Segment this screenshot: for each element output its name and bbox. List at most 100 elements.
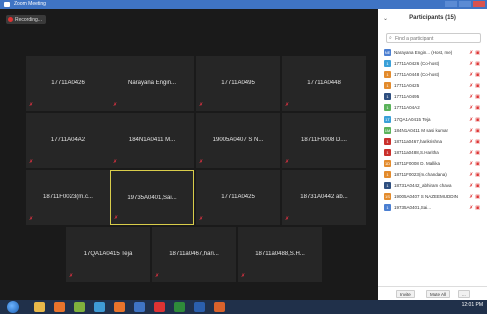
participant-list: NE Narayana Engin... (Host, me) ✗▣ 1 17711A0… xyxy=(378,47,487,213)
muted-video-off-icon[interactable]: ✗▣ xyxy=(469,139,482,145)
tile-name: 17711A04A2 xyxy=(50,137,86,143)
mic-muted-icon: ✗ xyxy=(241,273,246,279)
muted-video-off-icon[interactable]: ✗▣ xyxy=(469,183,482,189)
video-tile[interactable]: 18711F0023(m.c... ✗ xyxy=(26,170,110,225)
muted-video-off-icon[interactable]: ✗▣ xyxy=(469,150,482,156)
participant-name: 18711a0488,S.Haritha xyxy=(394,149,439,155)
tile-name: 19005A0407 S N... xyxy=(212,137,264,143)
vlc-icon[interactable] xyxy=(114,302,125,312)
muted-video-off-icon[interactable]: ✗▣ xyxy=(469,194,482,200)
muted-video-off-icon[interactable]: ✗▣ xyxy=(469,83,482,89)
participant-row[interactable]: 1 19735A0401,Sai... ✗▣ xyxy=(378,202,487,213)
video-tile[interactable]: 17QA1A0415 Teja ✗ xyxy=(66,227,150,282)
muted-video-off-icon[interactable]: ✗▣ xyxy=(469,117,482,123)
participant-row[interactable]: NE Narayana Engin... (Host, me) ✗▣ xyxy=(378,47,487,58)
search-icon: ⌕ xyxy=(389,35,392,41)
participant-row[interactable]: 1 18711F0023(m.chandana) ✗▣ xyxy=(378,169,487,180)
collapse-chevron-icon[interactable]: ⌄ xyxy=(383,15,388,22)
media-icon[interactable] xyxy=(154,302,165,312)
participant-row[interactable]: 1 18711a0488,S.Haritha ✗▣ xyxy=(378,147,487,158)
video-tile[interactable]: 18711F0008 D.... ✗ xyxy=(282,113,366,168)
participant-row[interactable]: 1D 18711F0008 D. Mallika ✗▣ xyxy=(378,158,487,169)
video-tile[interactable]: 19005A0407 S N... ✗ xyxy=(196,113,280,168)
participant-row[interactable]: 1 18731A0442_abhiram chava ✗▣ xyxy=(378,180,487,191)
participant-name: 17711A04A2 xyxy=(394,105,420,111)
avatar: 1D xyxy=(384,159,391,167)
mic-muted-icon: ✗ xyxy=(113,102,118,108)
video-tile[interactable]: Narayana Engin... ✗ xyxy=(110,56,194,111)
start-button[interactable] xyxy=(7,301,19,313)
tile-name: 17711A0495 xyxy=(221,80,255,86)
muted-video-off-icon[interactable]: ✗▣ xyxy=(469,94,482,100)
tile-name: Narayana Engin... xyxy=(127,80,177,86)
muted-video-off-icon[interactable]: ✗▣ xyxy=(469,161,482,167)
active-speaker-tile[interactable]: 19735A0401,Sai... ✗ xyxy=(110,170,194,225)
chrome-icon[interactable] xyxy=(94,302,105,312)
mute-all-button[interactable]: Mute All xyxy=(426,290,451,298)
firefox-icon[interactable] xyxy=(54,302,65,312)
zoom-icon[interactable] xyxy=(134,302,145,312)
participant-name: 17711A0425 xyxy=(394,83,420,89)
zoom-window: Zoom Meeting Recording... 17711A0426 ✗ Na… xyxy=(0,0,487,300)
participant-row[interactable]: 1 17711A0425 ✗▣ xyxy=(378,80,487,91)
video-tile[interactable]: 18711a0467,hari... ✗ xyxy=(152,227,236,282)
participant-row[interactable]: 1 18711a0467,harikrishna ✗▣ xyxy=(378,136,487,147)
more-options-button[interactable]: ... xyxy=(458,290,470,298)
windows-taskbar: 12:01 PM xyxy=(0,300,487,314)
participant-row[interactable]: 1 17711A0448 (Co-host) ✗▣ xyxy=(378,69,487,80)
excel-icon[interactable] xyxy=(174,302,185,312)
muted-video-off-icon[interactable]: ✗▣ xyxy=(469,72,482,78)
participant-name: 184N1A0411 M sasi kumar xyxy=(394,127,448,133)
zoom-logo-icon xyxy=(4,2,10,7)
participant-search[interactable]: ⌕ xyxy=(386,33,481,43)
app-icon[interactable] xyxy=(74,302,85,312)
mic-muted-icon: ✗ xyxy=(69,273,74,279)
mic-muted-icon: ✗ xyxy=(199,216,204,222)
tile-name: 184N1A0411 M... xyxy=(128,137,176,143)
mic-muted-icon: ✗ xyxy=(29,216,34,222)
participant-name: 17711A0426 (Co-host) xyxy=(394,61,440,67)
mic-muted-icon: ✗ xyxy=(155,273,160,279)
video-tile[interactable]: 18731A0442 ab... ✗ xyxy=(282,170,366,225)
avatar: 1 xyxy=(384,104,391,112)
participant-name: 18711F0023(m.chandana) xyxy=(394,172,447,178)
muted-video-off-icon[interactable]: ✗▣ xyxy=(469,205,482,211)
explorer-icon[interactable] xyxy=(34,302,45,312)
participant-name: 19005A0407 S NAZEEMUDDIN xyxy=(394,194,459,200)
video-tile[interactable]: 17711A0425 ✗ xyxy=(196,170,280,225)
participant-name: 18711a0467,harikrishna xyxy=(394,138,442,144)
muted-video-off-icon[interactable]: ✗▣ xyxy=(469,172,482,178)
muted-video-off-icon[interactable]: ✗▣ xyxy=(469,50,482,56)
tile-name: 18731A0442 ab... xyxy=(300,194,348,200)
avatar: 1 xyxy=(384,171,391,179)
recording-indicator[interactable]: Recording... xyxy=(6,15,46,24)
maximize-button[interactable] xyxy=(459,1,471,7)
participant-row[interactable]: 1T 17QA1A0415 Teja ✗▣ xyxy=(378,114,487,125)
video-tile[interactable]: 17711A0495 ✗ xyxy=(196,56,280,111)
muted-video-off-icon[interactable]: ✗▣ xyxy=(469,61,482,67)
close-button[interactable] xyxy=(473,1,485,7)
tile-name: 17711A0425 xyxy=(221,194,255,200)
video-tile[interactable]: 184N1A0411 M... ✗ xyxy=(110,113,194,168)
invite-button[interactable]: Invite xyxy=(396,290,415,298)
window-title: Zoom Meeting xyxy=(14,1,46,7)
video-tile[interactable]: 17711A0448 ✗ xyxy=(282,56,366,111)
ppt-icon[interactable] xyxy=(214,302,225,312)
participant-row[interactable]: 1 17711A0426 (Co-host) ✗▣ xyxy=(378,58,487,69)
system-clock: 12:01 PM xyxy=(461,302,483,308)
participants-panel: ⌄ Participants (15) ⌕ NENarayana Engin..… xyxy=(378,9,487,300)
video-tile[interactable]: 18711a0488,S.H... ✗ xyxy=(238,227,322,282)
search-input[interactable] xyxy=(395,35,479,42)
tile-name: 17711A0448 xyxy=(307,80,341,86)
word-icon[interactable] xyxy=(194,302,205,312)
participant-row[interactable]: 1S 19005A0407 S NAZEEMUDDIN ✗▣ xyxy=(378,191,487,202)
muted-video-off-icon[interactable]: ✗▣ xyxy=(469,105,482,111)
muted-video-off-icon[interactable]: ✗▣ xyxy=(469,128,482,134)
video-tile[interactable]: 17711A04A2 ✗ xyxy=(26,113,110,168)
participant-row[interactable]: 1M 184N1A0411 M sasi kumar ✗▣ xyxy=(378,125,487,136)
minimize-button[interactable] xyxy=(445,1,457,7)
video-tile[interactable]: 17711A0426 ✗ xyxy=(26,56,110,111)
avatar: 1 xyxy=(384,137,391,145)
participant-row[interactable]: 1 17711A04A2 ✗▣ xyxy=(378,102,487,113)
participant-row[interactable]: 1 17711A0495 ✗▣ xyxy=(378,91,487,102)
